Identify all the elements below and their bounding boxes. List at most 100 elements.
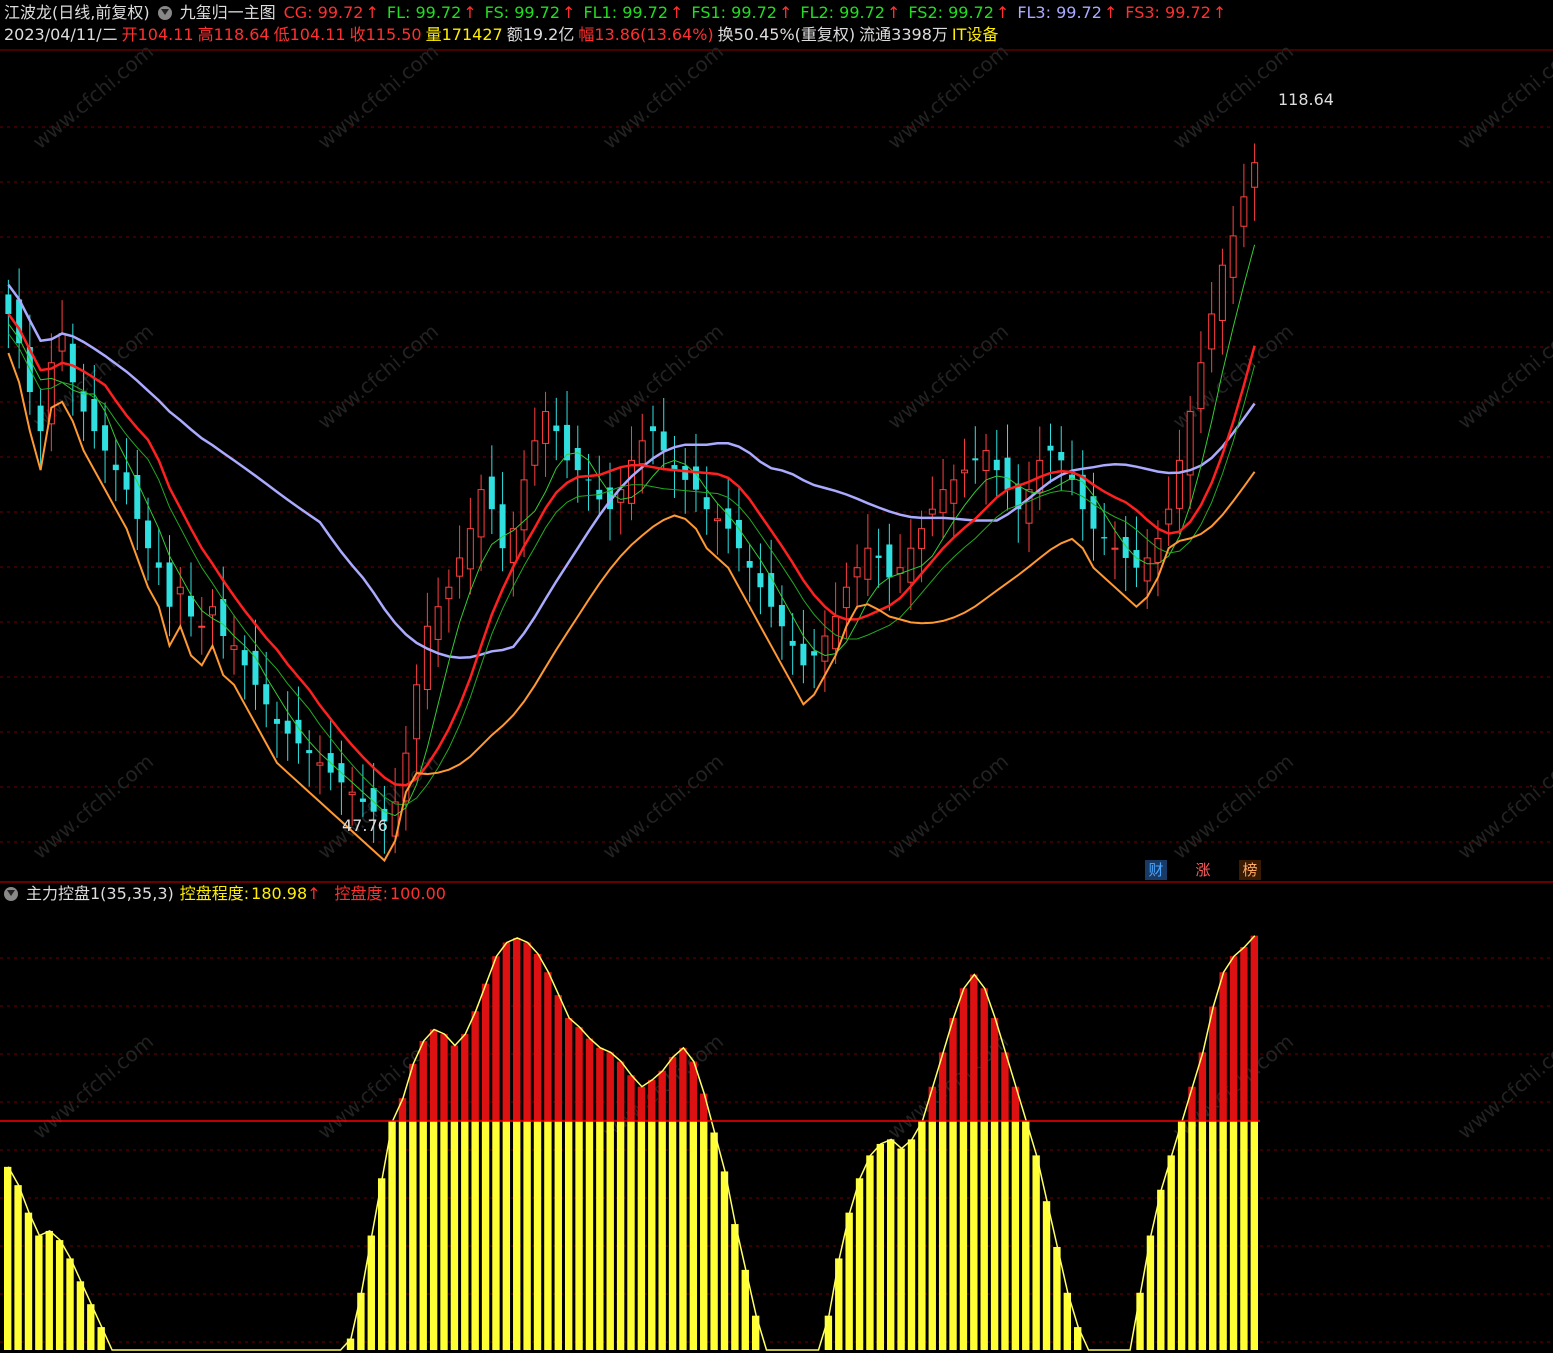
candle-body [434, 606, 442, 640]
candle-body [886, 544, 893, 578]
yellow-bar [87, 1304, 95, 1350]
candle-body [1186, 411, 1194, 476]
candle-body [961, 469, 969, 474]
red-bar [700, 1093, 708, 1122]
candle-body [853, 567, 861, 578]
candle-body [1122, 536, 1129, 558]
candle-body [660, 431, 667, 451]
yellow-bar [606, 1121, 614, 1350]
candle-body [241, 650, 248, 666]
yellow-bar [492, 1121, 500, 1350]
red-bar [1188, 1086, 1196, 1122]
red-bar [1250, 935, 1258, 1122]
candle-body [209, 606, 216, 616]
yellow-bar [471, 1121, 479, 1350]
yellow-bar [1240, 1121, 1248, 1350]
red-bar [544, 972, 552, 1122]
yellow-bar [689, 1121, 698, 1350]
yellow-bar [481, 1121, 490, 1350]
red-bar [970, 974, 978, 1122]
candle-body [1025, 489, 1033, 524]
yellow-bar [1188, 1121, 1196, 1350]
candle-body [488, 476, 495, 510]
yellow-bar [544, 1121, 552, 1350]
watermark-text: www.cfchi.com [598, 749, 728, 864]
candle-body [1197, 362, 1205, 410]
red-bar [419, 1040, 427, 1122]
yellow-bar [1157, 1189, 1165, 1350]
yellow-bar [419, 1121, 427, 1350]
yellow-bar [564, 1121, 573, 1350]
yellow-bar [450, 1121, 459, 1350]
yellow-bar [616, 1121, 625, 1350]
yellow-bar [429, 1121, 438, 1350]
candle-body [789, 640, 796, 646]
yellow-bar [45, 1230, 53, 1350]
yellow-bar [596, 1121, 604, 1350]
candle-body [509, 528, 517, 564]
candle-body [176, 586, 184, 595]
candle-body [725, 508, 732, 529]
yellow-bar [35, 1235, 43, 1350]
yellow-bar [398, 1121, 407, 1350]
red-bar [1001, 1052, 1009, 1122]
candle-body [306, 750, 313, 754]
yellow-bar [440, 1121, 448, 1350]
yellow-bar [502, 1121, 511, 1350]
candle-body [1090, 496, 1097, 529]
yellow-bar [959, 1121, 968, 1350]
candle-body [842, 586, 850, 609]
candle-body [273, 718, 280, 724]
red-bar [658, 1070, 666, 1122]
yellow-bar [66, 1258, 74, 1350]
watermark-text: www.cfchi.com [1168, 749, 1298, 864]
red-bar [1240, 947, 1248, 1122]
yellow-bar [1022, 1121, 1030, 1350]
red-bar [679, 1047, 687, 1122]
candle-body [682, 465, 689, 480]
stock-chart[interactable]: www.cfchi.com www.cfchi.com www.cfchi.com w… [0, 0, 1553, 1353]
yellow-bar [1032, 1155, 1040, 1350]
green-line-1 [7, 244, 1256, 817]
candle-body [230, 645, 238, 650]
red-bar [513, 937, 521, 1122]
red-line [7, 313, 1256, 787]
candle-body [123, 472, 130, 490]
candle-body [252, 650, 259, 685]
yellow-bar [845, 1212, 853, 1350]
candle-body [531, 440, 539, 466]
candle-body [1208, 313, 1216, 350]
candle-body [499, 504, 506, 549]
red-bar [637, 1086, 646, 1122]
yellow-bar [554, 1121, 562, 1350]
yellow-bar [55, 1240, 64, 1350]
candle-body [1004, 457, 1011, 490]
yellow-bar [1011, 1121, 1020, 1350]
red-bar [596, 1047, 604, 1122]
candle-body [757, 573, 764, 588]
yellow-bar [523, 1121, 531, 1350]
yellow-bar [980, 1121, 988, 1350]
yellow-bar [866, 1155, 874, 1350]
yellow-bar [1177, 1121, 1186, 1350]
yellow-bar [1229, 1121, 1238, 1350]
red-bar [980, 988, 988, 1122]
yellow-bar [357, 1292, 365, 1350]
watermark-text: www.cfchi.com [883, 319, 1013, 434]
yellow-bar [1250, 1121, 1258, 1350]
yellow-bar [1198, 1121, 1207, 1350]
yellow-bar [346, 1338, 355, 1350]
yellow-bar [533, 1121, 542, 1350]
yellow-bar [1136, 1292, 1144, 1350]
watermark-text: www.cfchi.com [883, 39, 1013, 154]
candle-body [950, 479, 958, 504]
candle-body [993, 459, 1000, 471]
yellow-bar [627, 1121, 635, 1350]
candle-body [1047, 445, 1054, 451]
yellow-bar [409, 1121, 417, 1350]
candle-body [1218, 264, 1226, 322]
red-bar [564, 1018, 573, 1122]
candle-body [1240, 196, 1248, 227]
red-bar [1219, 972, 1227, 1122]
candle-body [1251, 162, 1259, 188]
